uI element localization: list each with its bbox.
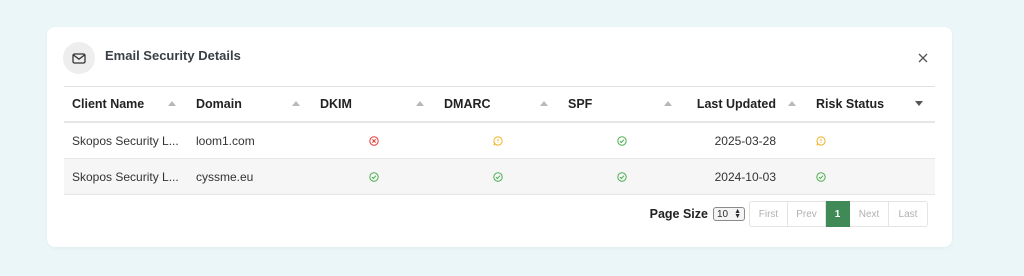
column-header-dmarc[interactable]: DMARC — [436, 86, 560, 123]
last-updated-cell: 2025-03-28 — [684, 122, 808, 159]
last-page-button[interactable]: Last — [889, 201, 928, 227]
mail-icon — [63, 42, 95, 74]
dmarc-cell — [436, 158, 560, 195]
page-1-button[interactable]: 1 — [826, 201, 850, 227]
column-header-domain[interactable]: Domain — [188, 86, 312, 123]
risk-status-cell — [808, 122, 935, 159]
table-row[interactable]: Skopos Security L... loom1.com 2025-03-2… — [64, 122, 935, 159]
sort-up-icon — [664, 101, 672, 106]
spf-cell — [560, 122, 684, 159]
sort-up-icon — [788, 101, 796, 106]
first-page-button[interactable]: First — [749, 201, 788, 227]
sort-up-icon — [292, 101, 300, 106]
domain-cell: loom1.com — [188, 122, 312, 159]
page-size-label: Page Size — [649, 207, 708, 221]
column-header-last-updated[interactable]: Last Updated — [684, 86, 808, 123]
client-name-cell: Skopos Security L... — [64, 158, 188, 195]
dmarc-cell — [436, 122, 560, 159]
table-header-row: Client Name Domain DKIM DMARC SPF Last U… — [64, 86, 935, 123]
column-header-client-name[interactable]: Client Name — [64, 86, 188, 123]
page-size-select[interactable]: 10 ▲ ▼ — [713, 207, 745, 221]
email-security-panel: Email Security Details Client Name Domai… — [47, 27, 952, 247]
ok-status-icon — [617, 136, 627, 147]
dkim-cell — [312, 158, 436, 195]
warning-status-icon — [816, 136, 826, 146]
page-size-value: 10 — [717, 208, 729, 220]
error-status-icon — [369, 136, 379, 147]
ok-status-icon — [369, 172, 379, 183]
dkim-cell — [312, 122, 436, 159]
email-security-table: Client Name Domain DKIM DMARC SPF Last U… — [64, 86, 935, 195]
select-arrows-icon: ▲ ▼ — [734, 208, 741, 220]
panel-header: Email Security Details — [63, 42, 241, 74]
column-header-spf[interactable]: SPF — [560, 86, 684, 123]
pagination: Page Size 10 ▲ ▼ First Prev 1 Next Last — [650, 201, 928, 227]
panel-title: Email Security Details — [105, 47, 241, 63]
spf-cell — [560, 158, 684, 195]
risk-status-cell — [808, 158, 935, 195]
column-header-dkim[interactable]: DKIM — [312, 86, 436, 123]
last-updated-cell: 2024-10-03 — [684, 158, 808, 195]
domain-cell: cyssme.eu — [188, 158, 312, 195]
column-header-risk-status[interactable]: Risk Status — [808, 86, 935, 123]
sort-up-icon — [168, 101, 176, 106]
sort-down-icon — [915, 101, 923, 106]
ok-status-icon — [493, 172, 503, 183]
close-icon[interactable] — [916, 51, 930, 65]
warning-status-icon — [493, 136, 503, 146]
prev-page-button[interactable]: Prev — [788, 201, 826, 227]
ok-status-icon — [617, 172, 627, 183]
sort-up-icon — [416, 101, 424, 106]
client-name-cell: Skopos Security L... — [64, 122, 188, 159]
table-row[interactable]: Skopos Security L... cyssme.eu 2024-10-0… — [64, 158, 935, 195]
next-page-button[interactable]: Next — [850, 201, 889, 227]
ok-status-icon — [816, 172, 826, 183]
sort-up-icon — [540, 101, 548, 106]
